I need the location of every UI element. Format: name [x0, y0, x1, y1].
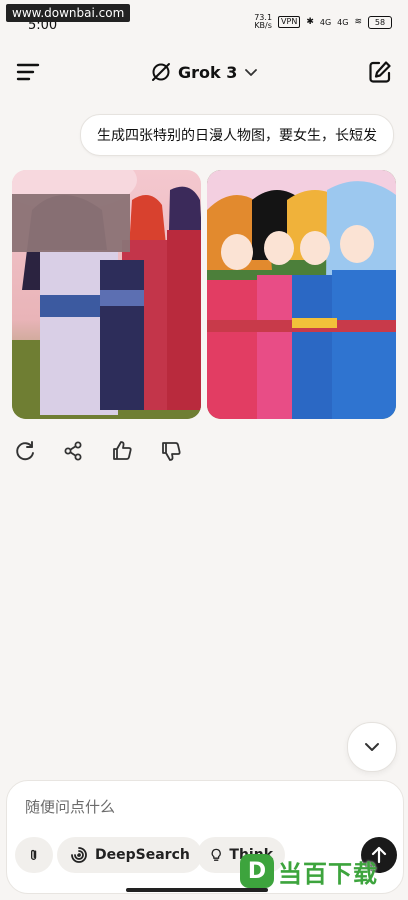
- generated-image-2[interactable]: [207, 170, 396, 419]
- user-message-text: 生成四张特别的日漫人物图，要女生，长短发: [97, 128, 377, 144]
- grok-logo-icon: [152, 63, 170, 81]
- signal-4g-icon-1: 4G: [319, 17, 332, 27]
- logo-text: 当百下载: [278, 859, 378, 888]
- attach-button[interactable]: [15, 837, 53, 873]
- bluetooth-icon: ✱: [306, 17, 314, 27]
- generated-image-1[interactable]: [12, 170, 201, 419]
- regenerate-icon: [16, 441, 34, 461]
- privacy-blur: [12, 194, 130, 252]
- share-icon: [64, 441, 82, 461]
- download-site-logo: D 当百下载: [240, 852, 378, 890]
- chevron-down-icon: [365, 743, 379, 751]
- new-chat-button[interactable]: [366, 58, 394, 86]
- anime-girls-kimono-image-2: [207, 170, 396, 419]
- regenerate-button[interactable]: [12, 438, 38, 464]
- thumbs-down-icon: [162, 442, 181, 461]
- chevron-down-icon: [245, 69, 258, 76]
- menu-button[interactable]: [14, 58, 42, 86]
- vpn-badge: VPN: [278, 16, 301, 28]
- network-speed: 73.1 KB/s: [254, 13, 273, 30]
- model-name: Grok 3: [178, 62, 238, 82]
- scroll-down-button[interactable]: [347, 722, 397, 772]
- status-icons: 73.1 KB/s VPN ✱ 4G 4G ≋ 58: [254, 14, 392, 30]
- message-input[interactable]: [23, 795, 357, 819]
- status-bar: 5:00 www.downbai.com 73.1 KB/s VPN ✱ 4G …: [0, 0, 408, 44]
- edit-icon: [369, 61, 391, 83]
- menu-icon: [16, 63, 40, 81]
- user-message-bubble: 生成四张特别的日漫人物图，要女生，长短发: [80, 114, 394, 156]
- logo-mark: D: [240, 854, 274, 888]
- model-selector[interactable]: Grok 3: [150, 58, 259, 86]
- thumbs-up-icon: [113, 441, 132, 460]
- paperclip-icon: [31, 849, 37, 860]
- deepsearch-icon: [71, 847, 87, 863]
- deepsearch-label: DeepSearch: [95, 847, 190, 863]
- wifi-icon: ≋: [354, 17, 362, 27]
- deepsearch-button[interactable]: DeepSearch: [57, 837, 202, 873]
- like-button[interactable]: [109, 438, 135, 464]
- share-button[interactable]: [60, 438, 86, 464]
- dislike-button[interactable]: [158, 438, 184, 464]
- signal-4g-icon-2: 4G: [337, 17, 349, 27]
- site-watermark: www.downbai.com: [6, 4, 131, 22]
- home-indicator[interactable]: [126, 888, 268, 892]
- lightbulb-icon: [211, 848, 221, 861]
- battery-indicator: 58: [368, 15, 392, 29]
